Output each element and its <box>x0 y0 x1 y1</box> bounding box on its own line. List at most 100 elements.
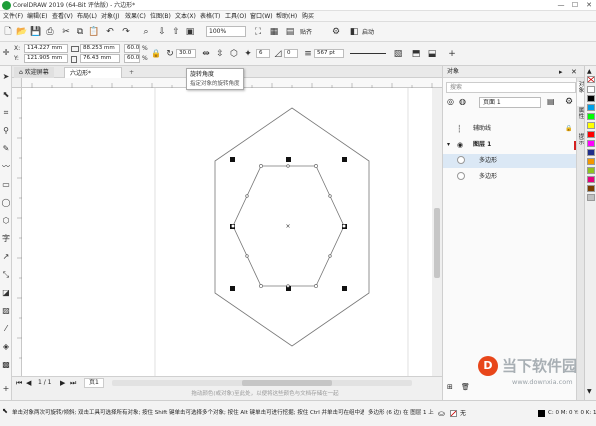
add-preset-icon[interactable]: + <box>446 48 458 60</box>
connector-tool-icon[interactable]: ⤡ <box>1 270 11 280</box>
ruler-origin[interactable] <box>12 78 22 88</box>
docker-search-input[interactable]: 搜索 <box>446 82 576 93</box>
color-swatch[interactable] <box>587 158 595 165</box>
color-swatch[interactable] <box>587 113 595 120</box>
new-master-layer-icon[interactable]: ⊞ <box>447 382 453 392</box>
to-back-icon[interactable]: ⬓ <box>426 48 438 60</box>
mirror-horizontal-icon[interactable]: ⇹ <box>200 48 212 60</box>
vertical-scroll-thumb[interactable] <box>434 208 440 278</box>
delete-icon[interactable]: 🗑 <box>461 382 470 392</box>
rotation-angle-field[interactable]: 30.0 <box>176 49 196 58</box>
zoom-level-select[interactable]: 100% <box>206 26 246 37</box>
polygon-sides-field[interactable]: 6 <box>256 49 270 58</box>
horizontal-scroll-thumb[interactable] <box>242 380 332 386</box>
text-tool-icon[interactable]: 字 <box>1 234 11 244</box>
undo-icon[interactable]: ↶ <box>104 26 116 38</box>
color-swatch[interactable] <box>587 167 595 174</box>
zoom-tool-icon[interactable]: ⚲ <box>1 126 11 136</box>
open-folder-icon[interactable]: 📂 <box>16 26 28 38</box>
tab-welcome-screen[interactable]: ⌂ 欢迎屏幕 <box>14 67 54 78</box>
star-shape-icon[interactable]: ✦ <box>242 48 254 60</box>
wrap-text-icon[interactable]: ▧ <box>392 48 404 60</box>
list-item-guides[interactable]: ┆ 辅助线 🔒 <box>443 122 585 136</box>
last-page-icon[interactable]: ⏭ <box>70 378 76 388</box>
polygon-shape-icon[interactable]: ⬡ <box>228 48 240 60</box>
freehand-tool-icon[interactable]: ✎ <box>1 144 11 154</box>
color-swatch[interactable] <box>587 194 595 201</box>
next-page-icon[interactable]: ▶ <box>60 378 65 388</box>
maximize-button[interactable]: ☐ <box>568 0 582 11</box>
rulers-icon[interactable]: ▤ <box>284 26 296 38</box>
color-swatch[interactable] <box>587 95 595 102</box>
lock-ratio-icon[interactable]: 🔒 <box>150 48 162 60</box>
color-swatch[interactable] <box>587 86 595 93</box>
menu-effects[interactable]: 效果(C) <box>125 11 146 22</box>
object-origin-icon[interactable]: ✛ <box>0 47 12 59</box>
add-tab-button[interactable]: + <box>124 67 139 78</box>
save-icon[interactable]: 💾 <box>30 26 42 38</box>
layer-manager-icon[interactable]: ◍ <box>459 97 466 107</box>
page-select[interactable]: 页面 1 <box>479 97 541 108</box>
ellipse-tool-icon[interactable]: ◯ <box>1 198 11 208</box>
cut-icon[interactable]: ✂ <box>60 26 72 38</box>
menu-bitmaps[interactable]: 位图(B) <box>150 11 171 22</box>
redo-icon[interactable]: ↷ <box>120 26 132 38</box>
list-item-layer-1[interactable]: ▾ ◉ 图层 1 <box>443 138 585 152</box>
launch-app-icon[interactable]: ◧ <box>348 26 360 38</box>
menu-text[interactable]: 文本(X) <box>175 11 196 22</box>
layers-icon[interactable]: ◎ <box>447 97 454 107</box>
width-field[interactable]: 88.253 mm <box>80 44 120 53</box>
scale-y-field[interactable]: 60.0 <box>124 54 140 63</box>
vertical-scrollbar[interactable] <box>432 88 442 376</box>
menu-help[interactable]: 帮助(H) <box>276 11 297 22</box>
color-swatch[interactable] <box>587 140 595 147</box>
first-page-icon[interactable]: ⏮ <box>16 378 22 388</box>
fill-swatch[interactable] <box>450 410 457 417</box>
page-tab[interactable]: 页1 <box>84 378 104 388</box>
transparency-tool-icon[interactable]: ▨ <box>1 306 11 316</box>
color-swatch[interactable] <box>587 176 595 183</box>
horizontal-scrollbar[interactable] <box>112 380 412 386</box>
color-swatch[interactable] <box>587 122 595 129</box>
list-item-polygon[interactable]: 多边形 <box>443 170 581 184</box>
shape-tool-icon[interactable]: ⬉ <box>1 90 11 100</box>
add-tool-icon[interactable]: + <box>1 384 11 394</box>
menu-view[interactable]: 查看(V) <box>52 11 73 22</box>
menu-window[interactable]: 窗口(W) <box>250 11 273 22</box>
prev-page-icon[interactable]: ◀ <box>26 378 31 388</box>
menu-file[interactable]: 文件(F) <box>3 11 23 22</box>
close-button[interactable]: ✕ <box>582 0 596 11</box>
scale-x-field[interactable]: 60.0 <box>124 44 140 53</box>
to-front-icon[interactable]: ⬒ <box>410 48 422 60</box>
eyedropper-tool-icon[interactable]: ⁄ <box>1 324 11 334</box>
minimize-button[interactable]: — <box>554 0 568 11</box>
crop-tool-icon[interactable]: ⌗ <box>1 108 11 118</box>
paste-icon[interactable]: 📋 <box>88 26 100 38</box>
expand-chevron-icon[interactable]: ▾ <box>447 140 450 150</box>
new-document-icon[interactable]: 🗋 <box>2 26 14 38</box>
menu-table[interactable]: 表格(T) <box>200 11 220 22</box>
launch-dropdown[interactable]: 启动 <box>362 28 374 37</box>
settings-gear-icon[interactable]: ⚙ <box>330 26 342 38</box>
menu-buy[interactable]: 购买 <box>302 11 314 22</box>
copy-icon[interactable]: ⧉ <box>74 26 86 38</box>
polygon-tool-icon[interactable]: ⬡ <box>1 216 11 226</box>
menu-layout[interactable]: 布局(L) <box>77 11 97 22</box>
publish-pdf-icon[interactable]: ▣ <box>184 26 196 38</box>
snap-to-dropdown[interactable]: 贴齐 <box>300 28 312 37</box>
import-icon[interactable]: ⇩ <box>156 26 168 38</box>
pick-tool-icon[interactable]: ➤ <box>1 72 11 82</box>
docker-menu-icon[interactable]: ▸ <box>559 67 563 77</box>
search-content-icon[interactable]: ⌕ <box>140 26 152 38</box>
height-field[interactable]: 76.43 mm <box>80 54 120 63</box>
print-icon[interactable]: ⎙ <box>44 26 56 38</box>
fill-bucket-icon[interactable]: ⛀ <box>438 409 447 418</box>
x-position-field[interactable]: 114.227 mm <box>24 44 68 53</box>
fullscreen-icon[interactable]: ⛶ <box>252 26 264 38</box>
drawing-canvas[interactable]: × <box>22 88 432 376</box>
docker-settings-gear-icon[interactable]: ⚙ <box>565 97 573 107</box>
menu-edit[interactable]: 编辑(E) <box>27 11 47 22</box>
outline-swatch[interactable] <box>538 410 545 417</box>
line-style-select[interactable] <box>350 53 386 54</box>
color-swatch[interactable] <box>587 185 595 192</box>
